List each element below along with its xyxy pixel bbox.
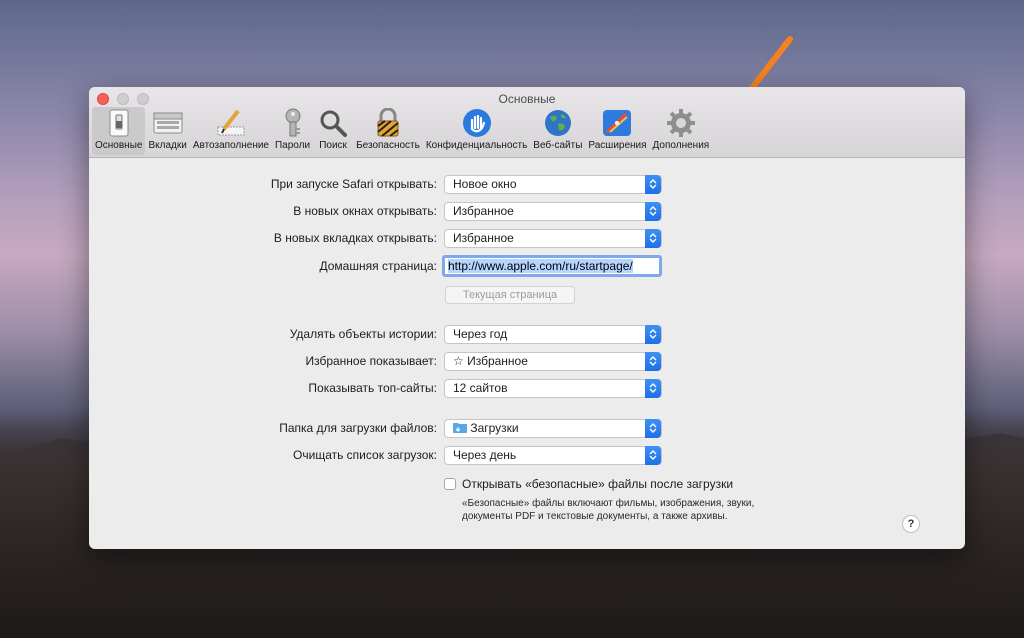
clear-downloads-value: Через день [453,448,517,462]
updown-arrows-icon [645,175,661,194]
new-tabs-label: В новых вкладках открывать: [273,231,437,245]
homepage-input[interactable]: http://www.apple.com/ru/startpage/ [442,255,662,277]
tab-label: Пароли [274,140,311,151]
tab-autofill[interactable]: Автозаполнение [190,107,272,155]
tab-label: Поиск [319,140,347,151]
row-launch: При запуске Safari открывать: Новое окно [89,175,965,195]
tab-label: Дополнения [652,140,710,151]
tab-label: Основные [95,140,143,151]
download-folder-value: Загрузки [470,421,519,435]
padlock-icon [371,107,405,139]
updown-arrows-icon [645,229,661,248]
hand-icon [460,107,494,139]
row-new-tabs: В новых вкладках открывать: Избранное [89,229,965,249]
pencil-icon [214,107,248,139]
row-favorites: Избранное показывает: ☆ Избранное [89,352,965,372]
globe-icon [541,107,575,139]
tab-label: Вкладки [148,140,187,151]
launch-label: При запуске Safari открывать: [270,177,437,191]
launch-select[interactable]: Новое окно [444,175,662,194]
gear-icon [664,107,698,139]
row-new-windows: В новых окнах открывать: Избранное [89,202,965,222]
tab-tabs[interactable]: Вкладки [145,107,189,155]
updown-arrows-icon [645,352,661,371]
tabs-icon [151,107,185,139]
download-folder-select[interactable]: Загрузки [444,419,662,438]
switch-icon [102,107,136,139]
preferences-window: Основные Основные Вкладки Автозаполнение [89,87,965,549]
tab-security[interactable]: Безопасность [353,107,423,155]
new-windows-value: Избранное [453,204,514,218]
history-select[interactable]: Через год [444,325,662,344]
star-icon: ☆ [453,354,468,368]
favorites-label: Избранное показывает: [305,354,437,368]
current-page-button[interactable]: Текущая страница [445,286,575,304]
clear-downloads-label: Очищать список загрузок: [293,448,437,462]
favorites-select[interactable]: ☆ Избранное [444,352,662,371]
row-top-sites: Показывать топ-сайты: 12 сайтов [89,379,965,399]
open-safe-files-checkbox[interactable] [444,478,456,490]
tab-privacy[interactable]: Конфиденциальность [423,107,530,155]
tab-label: Конфиденциальность [425,140,528,151]
tab-extensions[interactable]: Расширения [585,107,649,155]
new-windows-select[interactable]: Избранное [444,202,662,221]
folder-icon [453,421,467,435]
new-tabs-select[interactable]: Избранное [444,229,662,248]
history-label: Удалять объекты истории: [289,327,437,341]
download-folder-label: Папка для загрузки файлов: [279,421,437,435]
extensions-icon [600,107,634,139]
row-homepage: Домашняя страница: http://www.apple.com/… [89,255,965,277]
row-clear-downloads: Очищать список загрузок: Через день [89,446,965,466]
tab-label: Расширения [588,140,647,151]
toolbar: Основные Основные Вкладки Автозаполнение [89,87,965,158]
help-button[interactable]: ? [902,515,920,533]
launch-value: Новое окно [453,177,517,191]
clear-downloads-select[interactable]: Через день [444,446,662,465]
open-safe-files-checkbox-row[interactable]: Открывать «безопасные» файлы после загру… [444,477,733,491]
tab-search[interactable]: Поиск [313,107,353,155]
row-history: Удалять объекты истории: Через год [89,325,965,345]
history-value: Через год [453,327,508,341]
magnifier-icon [316,107,350,139]
top-sites-select[interactable]: 12 сайтов [444,379,662,398]
tab-advanced[interactable]: Дополнения [650,107,713,155]
row-download-folder: Папка для загрузки файлов: Загрузки [89,419,965,439]
tab-passwords[interactable]: Пароли [272,107,313,155]
updown-arrows-icon [645,419,661,438]
favorites-value: Избранное [467,354,528,368]
tab-websites[interactable]: Веб-сайты [530,107,585,155]
new-windows-label: В новых окнах открывать: [293,204,437,218]
preference-tabs: Основные Вкладки Автозаполнение Пароли П… [92,107,712,155]
tab-label: Автозаполнение [192,140,269,151]
top-sites-label: Показывать топ-сайты: [308,381,437,395]
open-safe-files-label: Открывать «безопасные» файлы после загру… [462,477,734,491]
homepage-value: http://www.apple.com/ru/startpage/ [448,259,633,273]
tab-general[interactable]: Основные [92,107,146,155]
updown-arrows-icon [645,379,661,398]
top-sites-value: 12 сайтов [453,381,508,395]
tab-label: Веб-сайты [533,140,583,151]
updown-arrows-icon [645,325,661,344]
new-tabs-value: Избранное [453,231,514,245]
safe-files-note: «Безопасные» файлы включают фильмы, изоб… [462,498,755,522]
updown-arrows-icon [645,446,661,465]
tab-label: Безопасность [356,140,420,151]
homepage-label: Домашняя страница: [319,259,438,273]
updown-arrows-icon [645,202,661,221]
window-title: Основные [498,92,556,106]
key-icon [276,107,310,139]
